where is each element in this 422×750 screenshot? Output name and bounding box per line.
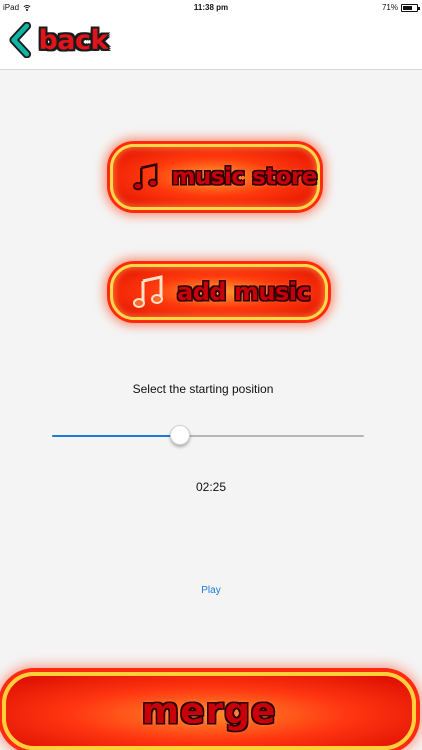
status-right: 71% (381, 3, 420, 12)
music-note-icon (133, 163, 158, 191)
start-position-slider[interactable] (52, 424, 364, 448)
time-readout: 02:25 (195, 480, 227, 494)
play-button[interactable]: Play (191, 585, 231, 596)
add-music-label: add music (177, 278, 311, 306)
battery-percent: 71% (381, 3, 398, 12)
slider-fill (52, 435, 180, 437)
music-store-button[interactable]: music store (110, 144, 320, 210)
battery-icon (401, 3, 420, 12)
battery-fill (403, 5, 412, 10)
back-label: back (38, 24, 108, 56)
nav-bar: back (0, 16, 422, 70)
merge-label: merge (141, 690, 277, 732)
back-chevron-icon (9, 22, 32, 58)
slider-thumb[interactable] (169, 425, 190, 445)
music-store-label: music store (171, 164, 318, 190)
screen: iPad 11:38 pm 71% back music store add m… (0, 0, 422, 750)
add-music-button[interactable]: add music (110, 264, 328, 320)
status-bar: iPad 11:38 pm 71% (0, 0, 422, 16)
status-time: 11:38 pm (193, 3, 229, 12)
slider-caption: Select the starting position (132, 382, 274, 396)
merge-button[interactable]: merge (2, 672, 416, 750)
music-note-icon (133, 275, 163, 308)
back-button[interactable]: back (8, 18, 108, 62)
